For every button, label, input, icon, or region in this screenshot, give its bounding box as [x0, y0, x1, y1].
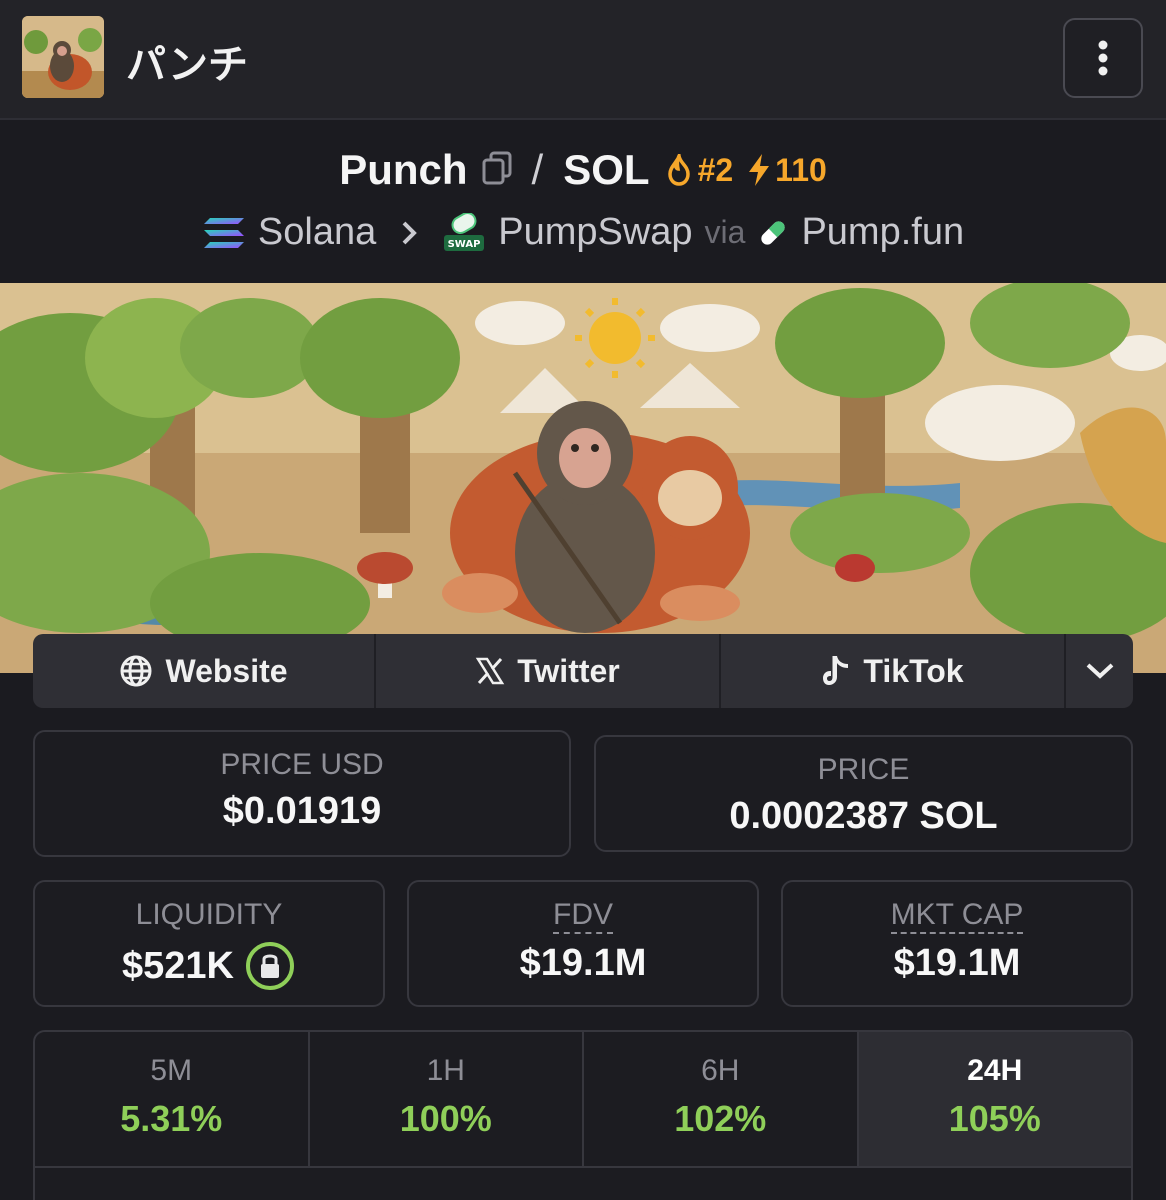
timeframe-tabs: 5M 5.31% 1H 100% 6H 102% 24H 105% [35, 1032, 1131, 1168]
chevron-down-icon [1086, 663, 1113, 679]
tab-24h[interactable]: 24H 105% [858, 1032, 1131, 1166]
tiktok-label: TikTok [863, 652, 964, 689]
fdv-value: $19.1M [519, 942, 647, 984]
x-logo-icon [475, 657, 505, 685]
pair-title-row: Punch / SOL #2 110 [0, 140, 1166, 200]
twitter-label: Twitter [517, 652, 620, 689]
monkey-plush-illustration [0, 283, 1166, 673]
boost-count: 110 [775, 151, 827, 188]
app-title: パンチ [126, 43, 248, 87]
tab-24h-change: 105% [948, 1098, 1041, 1139]
website-link-button[interactable]: Website [33, 634, 376, 708]
token-avatar[interactable] [22, 16, 104, 98]
more-menu-button[interactable] [1063, 18, 1143, 98]
pill-icon [761, 220, 786, 245]
pair-base-symbol: Punch [339, 146, 468, 193]
liquidity-value-row: $521K [35, 940, 383, 992]
fdv-label-row: FDV [409, 898, 757, 934]
pumpswap-logo-icon: SWAP [444, 212, 485, 251]
pair-quote-symbol: SOL [563, 146, 650, 193]
globe-icon [120, 655, 152, 687]
website-label: Website [165, 652, 288, 689]
fdv-label: FDV [553, 900, 613, 934]
kebab-menu-icon [1098, 40, 1108, 76]
price-usd-label: PRICE USD [220, 748, 384, 781]
lightning-icon [749, 154, 770, 186]
price-usd-card: PRICE USD $0.01919 [33, 730, 571, 857]
fdv-card[interactable]: FDV $19.1M [407, 880, 759, 1007]
tab-1h-label: 1H [426, 1054, 465, 1087]
pair-separator: / [531, 146, 544, 193]
trending-rank-badge[interactable]: #2 [664, 151, 734, 189]
tiktok-link-button[interactable]: TikTok [721, 634, 1066, 708]
tab-1h[interactable]: 1H 100% [310, 1032, 584, 1166]
tab-5m-label: 5M [150, 1054, 193, 1087]
chevron-right-icon [402, 221, 418, 244]
mkt-cap-label-row: MKT CAP [783, 898, 1131, 934]
tab-5m[interactable]: 5M 5.31% [35, 1032, 310, 1166]
tab-1h-change: 100% [399, 1098, 492, 1139]
dex-link[interactable]: PumpSwap [498, 211, 692, 254]
chain-breadcrumb: Solana SWAP PumpSwap via Pump.fun [0, 205, 1166, 260]
punch-token-avatar-icon [22, 16, 104, 98]
flame-icon [667, 154, 690, 186]
price-native-label: PRICE [817, 753, 910, 786]
price-usd-value: $0.01919 [222, 790, 382, 832]
tiktok-icon [823, 656, 849, 685]
tab-5m-change: 5.31% [120, 1098, 223, 1139]
tab-6h[interactable]: 6H 102% [584, 1032, 859, 1166]
social-links-bar: Website Twitter TikTok [33, 634, 1133, 708]
price-native-value: 0.0002387 SOL [729, 795, 998, 837]
solana-logo-icon [203, 217, 244, 248]
copy-address-icon[interactable] [482, 151, 512, 190]
twitter-link-button[interactable]: Twitter [376, 634, 721, 708]
tab-24h-label: 24H [967, 1054, 1023, 1087]
liquidity-label: LIQUIDITY [135, 898, 283, 931]
more-links-toggle[interactable] [1066, 634, 1133, 708]
mkt-cap-card[interactable]: MKT CAP $19.1M [781, 880, 1133, 1007]
boost-badge[interactable]: 110 [747, 152, 827, 189]
price-change-panel: 5M 5.31% 1H 100% 6H 102% 24H 105% [33, 1030, 1133, 1200]
lock-icon[interactable] [244, 940, 296, 992]
top-bar: パンチ [0, 0, 1166, 120]
tab-6h-label: 6H [701, 1054, 740, 1087]
mkt-cap-value: $19.1M [893, 942, 1021, 984]
via-label: via [704, 214, 746, 250]
tab-6h-change: 102% [674, 1098, 767, 1139]
mkt-cap-label: MKT CAP [890, 900, 1024, 934]
swap-badge-text: SWAP [448, 239, 481, 250]
token-banner-image [0, 283, 1166, 673]
trending-rank: #2 [697, 151, 734, 188]
liquidity-card: LIQUIDITY $521K [33, 880, 385, 1007]
launchpad-link[interactable]: Pump.fun [801, 211, 964, 254]
price-native-card: PRICE 0.0002387 SOL [594, 735, 1133, 852]
network-link[interactable]: Solana [258, 211, 376, 254]
liquidity-value: $521K [122, 944, 234, 987]
